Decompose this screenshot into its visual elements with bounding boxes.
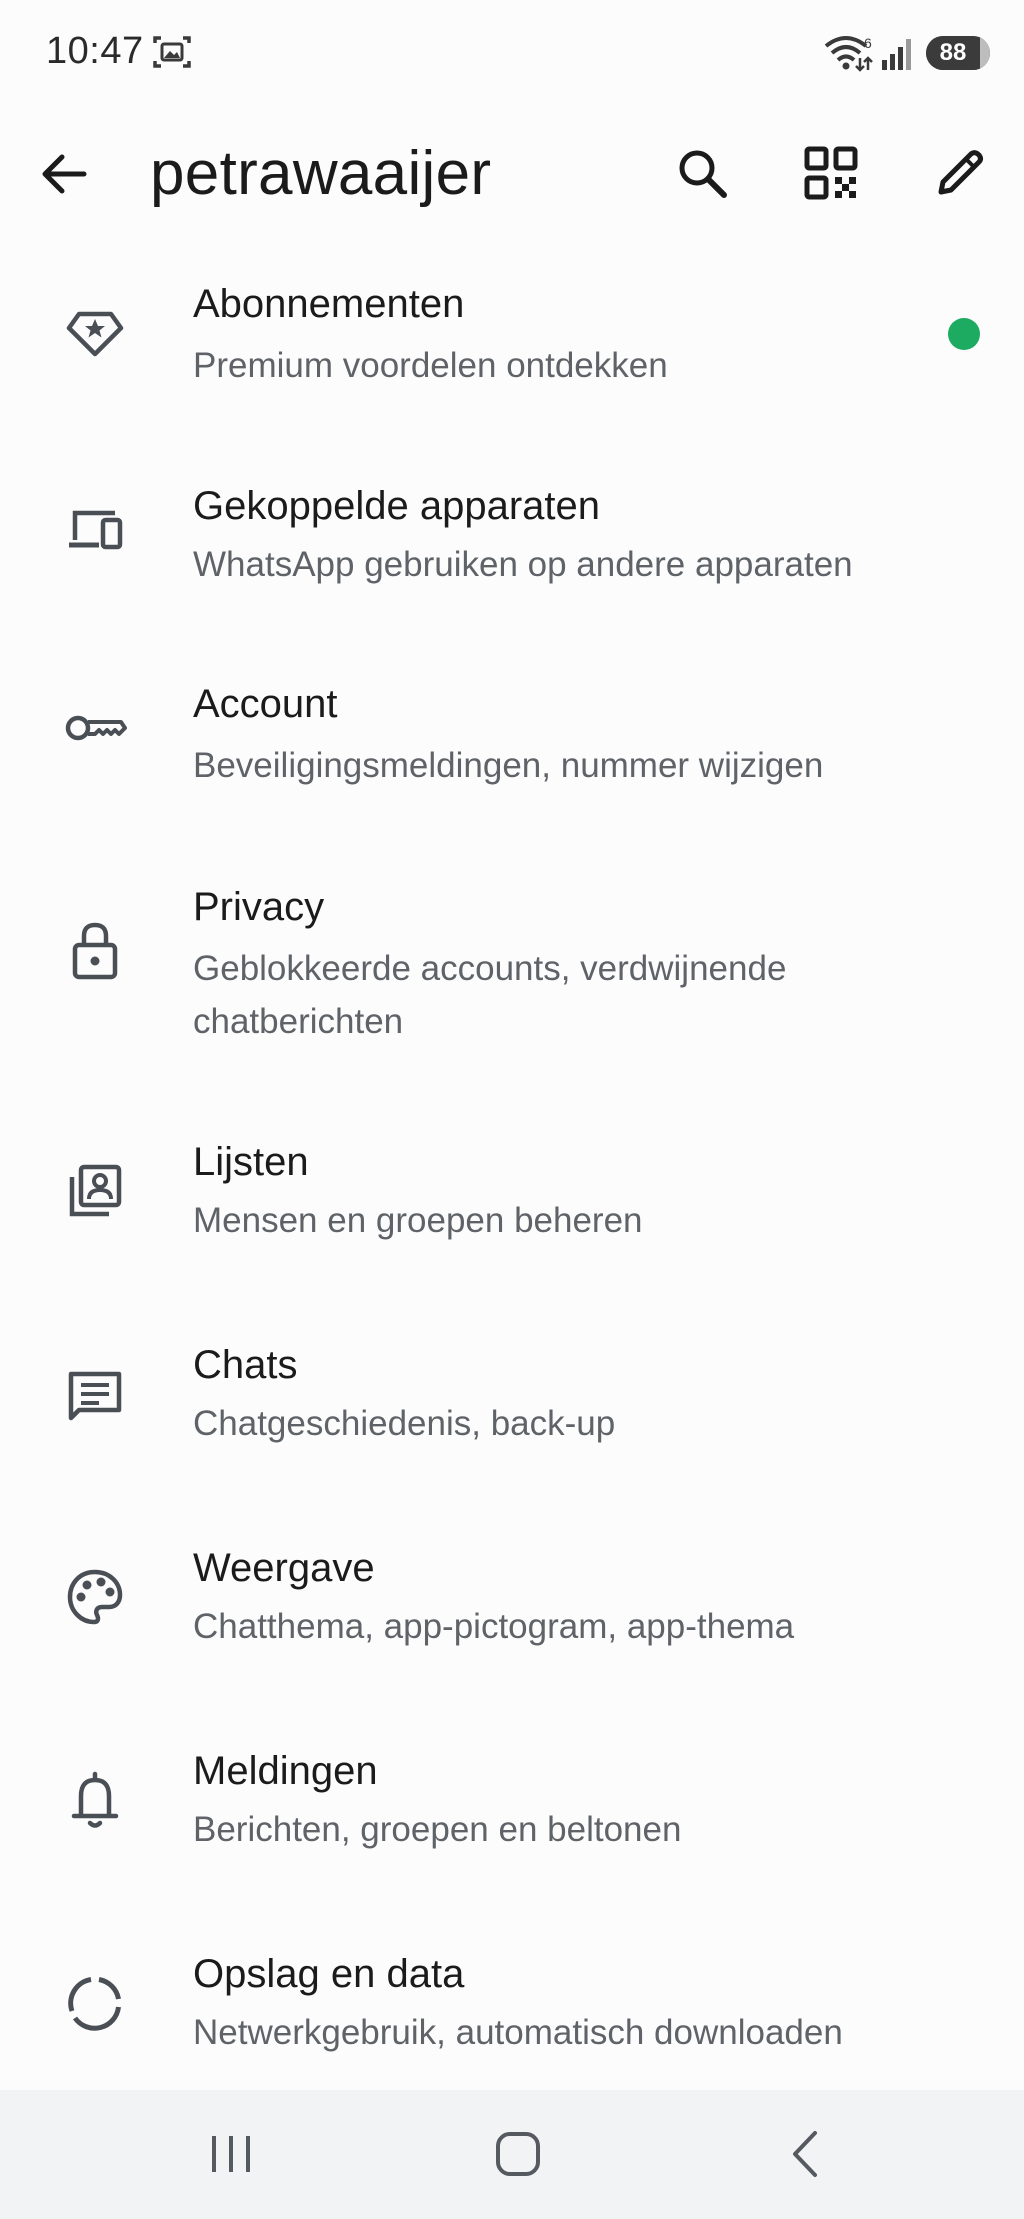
settings-item-subtitle: WhatsApp gebruiken op andere apparaten — [193, 545, 853, 584]
settings-item-lijsten[interactable]: Lijsten Mensen en groepen beheren — [0, 1136, 1024, 1276]
settings-item-subtitle: Mensen en groepen beheren — [193, 1201, 643, 1240]
settings-item-subtitle: Beveiligingsmeldingen, nummer wijzigen — [193, 746, 824, 785]
settings-item-title: Gekoppelde apparaten — [193, 484, 600, 528]
wifi-icon: 6 — [824, 34, 876, 79]
settings-item-subtitle-line1: Geblokkeerde accounts, verdwijnende — [193, 949, 787, 988]
pencil-icon[interactable] — [925, 138, 995, 208]
battery-level: 88 — [939, 39, 967, 66]
settings-item-title: Chats — [193, 1343, 298, 1387]
settings-item-privacy[interactable]: Privacy Geblokkeerde accounts, verdwijne… — [0, 881, 1024, 1071]
data-usage-icon — [60, 1968, 130, 2038]
settings-item-meldingen[interactable]: Meldingen Berichten, groepen en beltonen — [0, 1745, 1024, 1885]
settings-item-subtitle-line2: chatberichten — [193, 1002, 404, 1041]
settings-item-subtitle: Chatthema, app-pictogram, app-thema — [193, 1607, 795, 1646]
status-bar: 10:47 6 88 — [0, 0, 1024, 108]
new-badge-dot — [948, 318, 980, 350]
settings-item-title: Opslag en data — [193, 1952, 465, 1996]
battery-indicator: 88 — [926, 36, 990, 70]
wifi-badge: 6 — [864, 35, 872, 51]
settings-item-account[interactable]: Account Beveiligingsmeldingen, nummer wi… — [0, 678, 1024, 818]
settings-item-title: Weergave — [193, 1546, 375, 1590]
settings-item-title: Meldingen — [193, 1749, 378, 1793]
palette-icon — [60, 1562, 130, 1632]
settings-item-gekoppelde-apparaten[interactable]: Gekoppelde apparaten WhatsApp gebruiken … — [0, 480, 1024, 620]
screen-capture-icon — [152, 34, 192, 75]
settings-item-subtitle: Berichten, groepen en beltonen — [193, 1810, 682, 1849]
back-arrow-icon[interactable] — [36, 146, 92, 202]
bell-icon — [60, 1765, 130, 1835]
settings-item-subtitle: Netwerkgebruik, automatisch downloaden — [193, 2013, 843, 2052]
settings-item-abonnementen[interactable]: Abonnementen Premium voordelen ontdekken — [0, 278, 1024, 418]
contact-list-icon — [60, 1156, 130, 1226]
devices-icon — [60, 495, 130, 565]
settings-item-subtitle: Premium voordelen ontdekken — [193, 346, 668, 385]
status-time: 10:47 — [46, 30, 144, 72]
system-back-icon[interactable] — [760, 2114, 850, 2194]
settings-item-opslag-en-data[interactable]: Opslag en data Netwerkgebruik, automatis… — [0, 1948, 1024, 2088]
settings-item-weergave[interactable]: Weergave Chatthema, app-pictogram, app-t… — [0, 1542, 1024, 1682]
settings-item-chats[interactable]: Chats Chatgeschiedenis, back-up — [0, 1339, 1024, 1479]
page-title: petrawaaijer — [150, 139, 492, 208]
settings-item-title: Lijsten — [193, 1140, 309, 1184]
navigation-bar — [0, 2090, 1024, 2219]
settings-item-title: Privacy — [193, 885, 325, 929]
search-icon[interactable] — [667, 138, 737, 208]
key-icon — [60, 693, 130, 763]
settings-item-title: Account — [193, 682, 338, 726]
home-icon[interactable] — [473, 2114, 563, 2194]
chat-message-icon — [60, 1359, 130, 1429]
settings-item-title: Abonnementen — [193, 282, 465, 326]
app-bar: petrawaaijer — [0, 108, 1024, 238]
recents-icon[interactable] — [186, 2114, 276, 2194]
lock-icon — [60, 916, 130, 986]
cell-signal-icon — [880, 36, 916, 75]
qr-code-icon[interactable] — [796, 138, 866, 208]
settings-item-subtitle: Chatgeschiedenis, back-up — [193, 1404, 616, 1443]
premium-badge-icon — [60, 297, 130, 367]
